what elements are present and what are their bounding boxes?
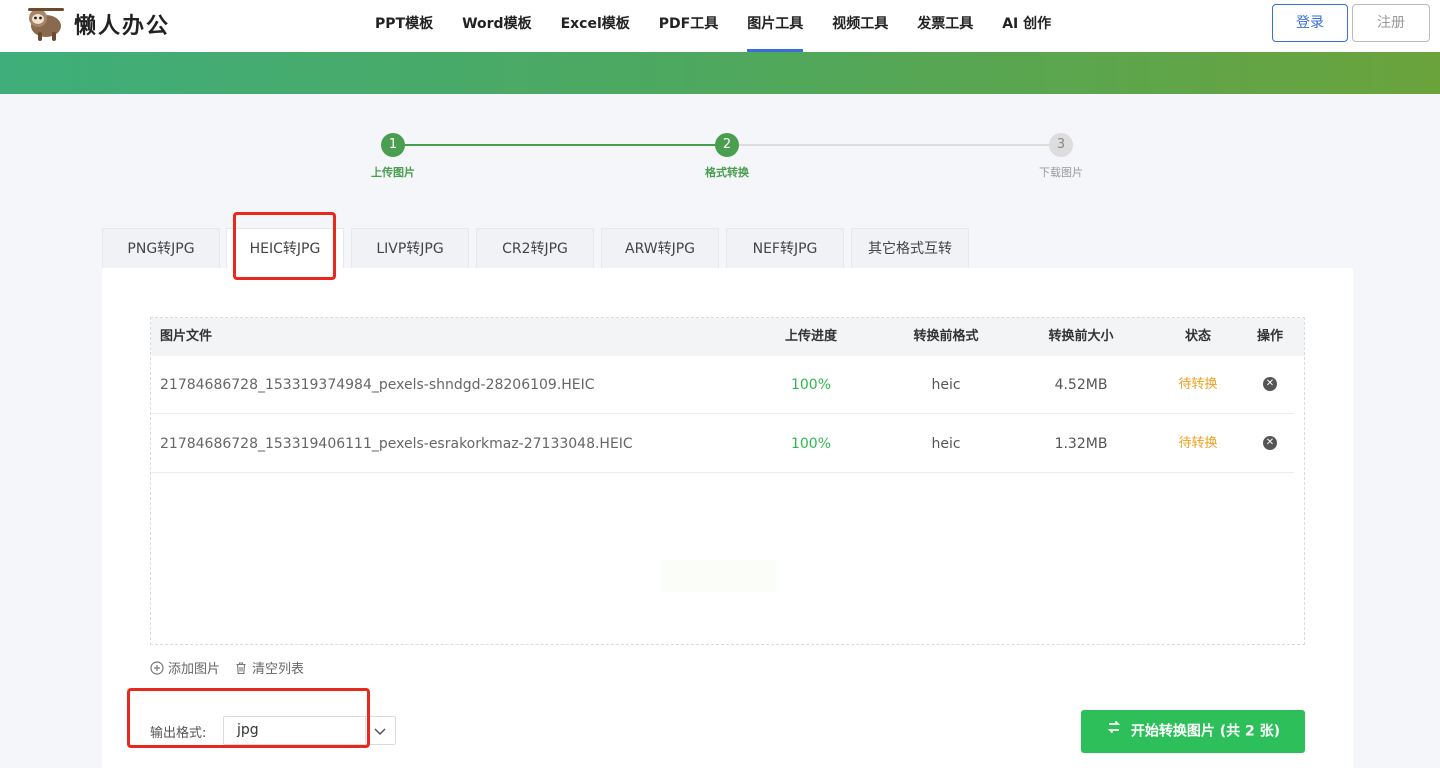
nav-video-tools[interactable]: 视频工具 — [832, 0, 888, 52]
file-name: 21784686728_153319374984_pexels-shndgd-2… — [160, 377, 595, 393]
progress-steps: 1 2 3 上传图片 格式转换 下载图片 — [0, 130, 1440, 190]
step-3-label: 下载图片 — [1039, 166, 1083, 179]
start-convert-button[interactable]: 开始转换图片 (共 2 张) — [1081, 710, 1305, 753]
step-2-label: 格式转换 — [705, 166, 749, 179]
site-logo[interactable]: 懒人办公 — [24, 6, 170, 42]
step-3-circle: 3 — [1049, 133, 1073, 157]
clear-list-label: 清空列表 — [252, 662, 305, 677]
step-connector-pending — [738, 144, 1050, 146]
col-progress: 上传进度 — [784, 329, 837, 344]
top-header: 懒人办公 PPT模板 Word模板 Excel模板 PDF工具 图片工具 视频工… — [0, 0, 1440, 52]
plus-circle-icon — [150, 660, 164, 675]
status-badge: 待转换 — [1178, 377, 1218, 392]
upload-progress: 100% — [790, 436, 832, 452]
col-format: 转换前格式 — [913, 329, 979, 344]
col-status: 状态 — [1184, 329, 1211, 344]
add-image-label: 添加图片 — [168, 662, 221, 677]
tab-png-to-jpg[interactable]: PNG转JPG — [102, 228, 220, 268]
add-image-button[interactable]: 添加图片 — [150, 658, 220, 677]
start-convert-label: 开始转换图片 (共 2 张) — [1130, 723, 1281, 740]
table-header: 图片文件 上传进度 转换前格式 转换前大小 状态 操作 — [151, 318, 1304, 356]
tab-nef-to-jpg[interactable]: NEF转JPG — [726, 228, 844, 268]
chevron-down-icon — [370, 721, 390, 741]
faint-placeholder — [662, 560, 776, 592]
step-connector-done — [404, 144, 716, 146]
nav-invoice-tools[interactable]: 发票工具 — [917, 0, 973, 52]
clear-list-button[interactable]: 清空列表 — [234, 658, 304, 677]
highlight-box-tab — [233, 212, 336, 280]
logo-text: 懒人办公 — [74, 14, 171, 39]
file-name: 21784686728_153319406111_pexels-esrakork… — [160, 436, 633, 452]
nav-ai-create[interactable]: AI 创作 — [1002, 0, 1051, 52]
col-action: 操作 — [1256, 329, 1283, 344]
list-actions: 添加图片 清空列表 — [150, 658, 318, 677]
remove-icon[interactable]: ✕ — [1263, 436, 1277, 450]
register-button[interactable]: 注册 — [1352, 4, 1430, 42]
source-size: 4.52MB — [1054, 377, 1108, 393]
nav-image-tools[interactable]: 图片工具 — [747, 0, 804, 52]
sloth-logo-icon — [24, 6, 68, 42]
source-size: 1.32MB — [1054, 436, 1108, 452]
source-format: heic — [931, 436, 961, 452]
nav-excel[interactable]: Excel模板 — [561, 0, 630, 52]
col-file: 图片文件 — [160, 329, 213, 344]
nav-ppt[interactable]: PPT模板 — [375, 0, 433, 52]
highlight-box-output — [127, 688, 370, 748]
col-size: 转换前大小 — [1048, 329, 1114, 344]
step-1-label: 上传图片 — [371, 166, 415, 179]
source-format: heic — [931, 377, 961, 393]
step-2-circle: 2 — [715, 133, 739, 157]
green-banner — [0, 52, 1440, 94]
tab-arw-to-jpg[interactable]: ARW转JPG — [601, 228, 719, 268]
tab-other-formats[interactable]: 其它格式互转 — [851, 228, 969, 268]
tab-cr2-to-jpg[interactable]: CR2转JPG — [476, 228, 594, 268]
table-row: 21784686728_153319374984_pexels-shndgd-2… — [151, 356, 1294, 414]
status-badge: 待转换 — [1178, 436, 1218, 451]
login-button[interactable]: 登录 — [1272, 4, 1348, 42]
tab-livp-to-jpg[interactable]: LIVP转JPG — [351, 228, 469, 268]
main-nav: PPT模板 Word模板 Excel模板 PDF工具 图片工具 视频工具 发票工… — [375, 0, 1080, 52]
nav-word[interactable]: Word模板 — [462, 0, 532, 52]
trash-icon — [234, 661, 248, 675]
table-row: 21784686728_153319406111_pexels-esrakork… — [151, 415, 1294, 473]
swap-icon — [1106, 710, 1122, 753]
step-1-circle: 1 — [381, 133, 405, 157]
nav-pdf[interactable]: PDF工具 — [659, 0, 718, 52]
remove-icon[interactable]: ✕ — [1263, 377, 1277, 391]
upload-progress: 100% — [790, 377, 832, 393]
